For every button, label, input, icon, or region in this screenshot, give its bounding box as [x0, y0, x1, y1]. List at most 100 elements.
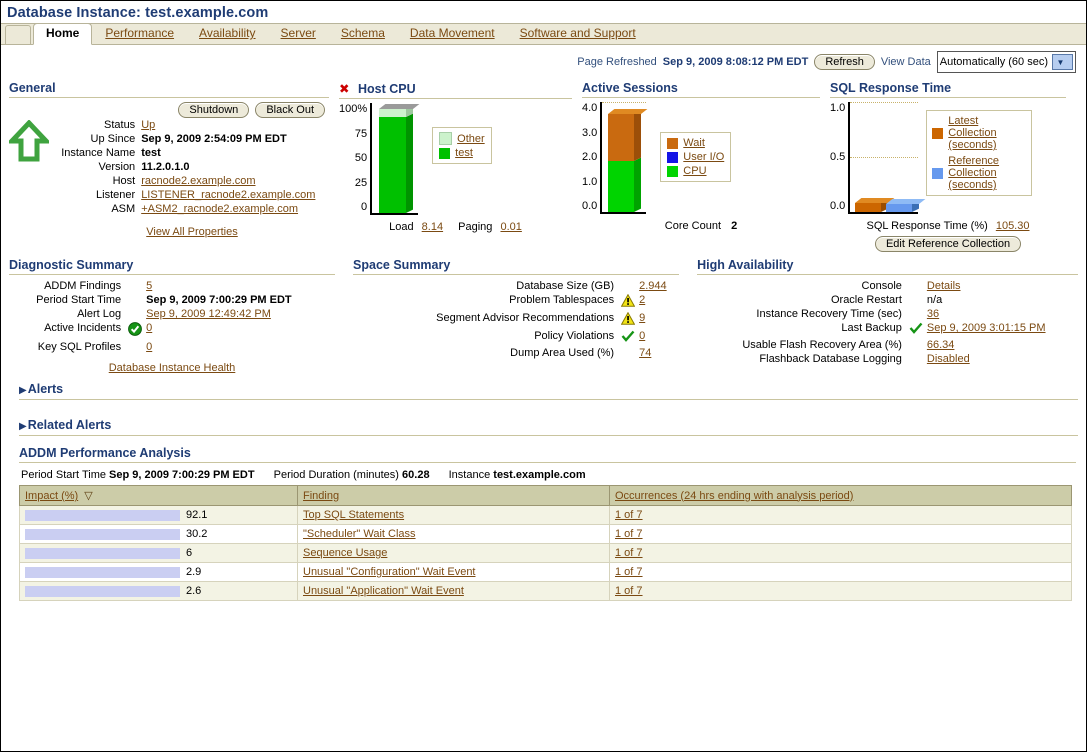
ha-value-flashback-database-logging[interactable]: Disabled [927, 353, 970, 365]
addm-finding-link[interactable]: Top SQL Statements [303, 509, 404, 521]
addm-finding-link[interactable]: "Scheduler" Wait Class [303, 528, 416, 540]
active-sessions-plot [600, 102, 648, 214]
addm-occurrences-link[interactable]: 1 of 7 [615, 585, 643, 597]
table-row: 92.1 Top SQL Statements 1 of 7 [19, 505, 1072, 525]
chevron-right-icon[interactable]: ▶ [19, 385, 27, 396]
alerts-disclosure[interactable]: ▶Alerts [19, 382, 1078, 400]
active-sessions-rule [582, 97, 820, 98]
green-check-icon [908, 321, 927, 338]
addm-cell-occurrences: 1 of 7 [609, 505, 1072, 525]
ha-value-instance-recovery-time[interactable]: 36 [927, 308, 939, 320]
general-value-host[interactable]: racnode2.example.com [141, 175, 255, 187]
diag-value-key-sql-profiles[interactable]: 0 [146, 341, 152, 353]
addm-col-finding-label[interactable]: Finding [303, 490, 339, 502]
addm-col-occurrences-label[interactable]: Occurrences (24 hrs ending with analysis… [615, 490, 853, 502]
view-data-value: Automatically (60 sec) [939, 56, 1048, 68]
host-cpu-ytick-75: 75 [354, 127, 368, 140]
host-cpu-load-value[interactable]: 8.14 [422, 221, 443, 233]
as-ytick-1: 1.0 [582, 175, 598, 188]
space-row-segment-advisor: Segment Advisor Recommendations 9 [353, 311, 679, 329]
tab-availability[interactable]: Availability [187, 24, 267, 44]
space-value-database-size[interactable]: 2.944 [639, 280, 667, 292]
shutdown-button[interactable]: Shutdown [178, 102, 250, 118]
as-legend-label-user-io[interactable]: User I/O [683, 151, 724, 163]
view-all-properties-link[interactable]: View All Properties [146, 226, 238, 238]
addm-col-finding[interactable]: Finding [297, 485, 610, 506]
diag-value-alert-log[interactable]: Sep 9, 2009 12:49:42 PM [146, 308, 271, 320]
addm-meta-instance: Instance test.example.com [449, 469, 586, 481]
general-value-status[interactable]: Up [141, 119, 155, 131]
general-row-up-since: Up Since Sep 9, 2009 2:54:09 PM EDT [55, 132, 329, 146]
addm-col-impact-label[interactable]: Impact (%) [25, 490, 78, 502]
active-sessions-title: Active Sessions [582, 81, 678, 95]
database-instance-health-wrap: Database Instance Health [9, 362, 335, 374]
addm-col-occurrences[interactable]: Occurrences (24 hrs ending with analysis… [609, 485, 1072, 506]
related-alerts-disclosure[interactable]: ▶Related Alerts [19, 418, 1078, 436]
space-value-segment-advisor[interactable]: 9 [639, 312, 645, 324]
general-value-listener[interactable]: LISTENER_racnode2.example.com [141, 189, 315, 201]
host-cpu-legend-label-other[interactable]: Other [457, 133, 485, 145]
ha-value-usable-flash-recovery-area[interactable]: 66.34 [927, 339, 955, 351]
as-legend-label-wait[interactable]: Wait [683, 137, 705, 149]
chevron-down-icon[interactable]: ▼ [1052, 54, 1073, 70]
sql-response-legend: Latest Collection (seconds) Reference Co… [926, 110, 1033, 196]
diag-icon-alert-log [127, 307, 146, 321]
tab-data-movement[interactable]: Data Movement [398, 24, 507, 44]
host-cpu-legend-label-test[interactable]: test [455, 147, 473, 159]
warning-triangle-icon [620, 311, 639, 329]
impact-bar-track [25, 585, 180, 597]
ha-value-console[interactable]: Details [927, 280, 961, 292]
sql-legend-label-latest[interactable]: Latest Collection (seconds) [948, 115, 1026, 151]
chevron-right-icon[interactable]: ▶ [19, 421, 27, 432]
addm-finding-link[interactable]: Sequence Usage [303, 547, 387, 559]
diagnostic-summary-rule [9, 274, 336, 275]
tab-home[interactable]: Home [33, 23, 93, 45]
space-row-dump-area-used: Dump Area Used (%) 74 [353, 346, 679, 360]
refresh-toolbar: Page Refreshed Sep 9, 2009 8:08:12 PM ED… [1, 45, 1086, 77]
addm-finding-link[interactable]: Unusual "Configuration" Wait Event [303, 566, 476, 578]
as-legend-label-cpu[interactable]: CPU [683, 165, 706, 177]
tab-performance[interactable]: Performance [93, 24, 186, 44]
addm-occurrences-link[interactable]: 1 of 7 [615, 566, 643, 578]
tab-server[interactable]: Server [269, 24, 328, 44]
general-kv-table: Status Up Up Since Sep 9, 2009 2:54:09 P… [55, 118, 329, 216]
diag-value-addm-findings[interactable]: 5 [146, 280, 152, 292]
database-instance-health-link[interactable]: Database Instance Health [109, 362, 236, 374]
diag-value-active-incidents[interactable]: 0 [146, 322, 152, 334]
ha-value-last-backup[interactable]: Sep 9, 2009 3:01:15 PM [927, 322, 1046, 334]
space-value-problem-tablespaces[interactable]: 2 [639, 294, 645, 306]
tab-software-and-support[interactable]: Software and Support [508, 24, 648, 44]
addm-occurrences-link[interactable]: 1 of 7 [615, 528, 643, 540]
sql-response-pct-value[interactable]: 105.30 [996, 220, 1030, 232]
blackout-button[interactable]: Black Out [255, 102, 325, 118]
legend-swatch-other-icon [439, 132, 453, 145]
general-buttons: Shutdown Black Out [9, 102, 325, 118]
addm-finding-link[interactable]: Unusual "Application" Wait Event [303, 585, 464, 597]
addm-meta: Period Start Time Sep 9, 2009 7:00:29 PM… [19, 467, 1076, 485]
diag-label-active-incidents: Active Incidents [44, 322, 122, 334]
addm-occurrences-link[interactable]: 1 of 7 [615, 509, 643, 521]
refresh-button[interactable]: Refresh [814, 54, 875, 70]
general-row-asm: ASM +ASM2_racnode2.example.com [55, 202, 329, 216]
tab-schema[interactable]: Schema [329, 24, 397, 44]
sort-descending-icon[interactable]: ▽ [84, 490, 92, 502]
status-up-arrow-icon [6, 118, 55, 238]
addm-cell-impact: 92.1 [19, 505, 298, 525]
addm-occurrences-link[interactable]: 1 of 7 [615, 547, 643, 559]
space-value-policy-violations[interactable]: 0 [639, 330, 645, 342]
view-data-select[interactable]: Automatically (60 sec) ▼ [936, 51, 1076, 73]
space-value-dump-area-used[interactable]: 74 [639, 347, 651, 359]
active-sessions-footer: Core Count 2 [582, 220, 820, 232]
general-value-asm[interactable]: +ASM2_racnode2.example.com [141, 203, 298, 215]
as-seg-wait-side [634, 110, 642, 161]
host-cpu-paging-value[interactable]: 0.01 [500, 221, 521, 233]
addm-cell-impact: 2.9 [19, 562, 298, 582]
edit-reference-collection-button[interactable]: Edit Reference Collection [874, 236, 1022, 252]
sql-legend-label-reference[interactable]: Reference Collection (seconds) [948, 155, 1026, 191]
ha-label-last-backup: Last Backup [841, 322, 902, 334]
as-ytick-2: 2.0 [582, 151, 598, 163]
addm-impact-value: 30.2 [186, 528, 208, 540]
addm-col-impact[interactable]: Impact (%) ▽ [19, 485, 298, 506]
addm-cell-occurrences: 1 of 7 [609, 524, 1072, 544]
diag-row-active-incidents: Active Incidents 0 [9, 321, 335, 340]
